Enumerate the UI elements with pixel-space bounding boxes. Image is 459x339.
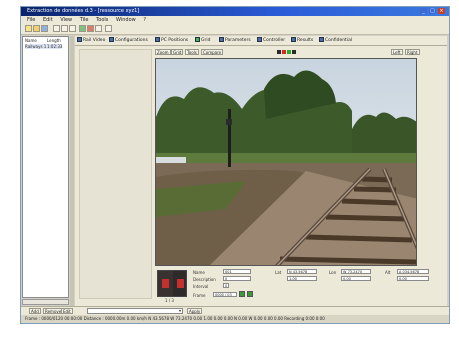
indicator-light: [277, 50, 281, 54]
menu-help[interactable]: ?: [143, 17, 146, 23]
tools-button[interactable]: Tools: [185, 49, 199, 55]
file-list-panel: Name Length Railways 11:02:33: [22, 36, 69, 298]
lat-field[interactable]: N 43.5678: [287, 269, 317, 274]
file-list-header: Name Length: [25, 38, 61, 43]
list-item[interactable]: Railways 11:02:33: [25, 44, 63, 49]
tab-controller[interactable]: Controller: [257, 37, 285, 44]
thumbnail-caption: 1 / 3: [165, 298, 174, 303]
play-icon[interactable]: [79, 25, 86, 32]
cut-icon[interactable]: [53, 25, 60, 32]
lat-label: Lat: [275, 270, 282, 275]
list-item-length: 1:02:33: [47, 44, 63, 49]
settings-icon[interactable]: [95, 25, 102, 32]
window-title: Extraction de données d.3 - [ressource x…: [27, 8, 140, 14]
status-bar: Frame : 0000/0120 00:00:00 Distance : 00…: [21, 315, 449, 323]
sub-panel: [79, 49, 152, 299]
bottom-toolbar: Add Remove Edit ▾ Apply: [21, 306, 449, 315]
grid-button[interactable]: Grid: [171, 49, 184, 55]
left-button[interactable]: Left: [391, 49, 403, 55]
list-item-name: Railways 1: [25, 44, 47, 49]
video-icon: [77, 37, 82, 42]
railway-photo: [155, 58, 417, 266]
menu-bar: File Edit View Tile Tools Window ?: [21, 16, 449, 24]
column-length[interactable]: Length: [47, 38, 61, 43]
tab-parameters[interactable]: Parameters: [219, 37, 251, 44]
add-button[interactable]: Add: [29, 308, 41, 314]
menu-tile[interactable]: Tile: [80, 17, 89, 23]
compare-button[interactable]: Compare: [201, 49, 224, 55]
next-button[interactable]: [247, 291, 253, 297]
frame-label: Frame: [193, 293, 206, 298]
image-toolbar: Zoom Grid Tools Compare Left Right: [155, 48, 443, 57]
go-button[interactable]: [239, 291, 245, 297]
alt-sub-field[interactable]: 0.00: [397, 276, 429, 281]
interval-field[interactable]: 0: [223, 283, 229, 288]
help-icon[interactable]: [105, 25, 112, 32]
thumbnail-image[interactable]: [157, 270, 187, 297]
edit-button[interactable]: Edit: [61, 308, 73, 314]
new-icon[interactable]: [25, 25, 32, 32]
name-field[interactable]: 001: [223, 269, 251, 274]
lon-field[interactable]: W 73.2470: [341, 269, 371, 274]
record-icon[interactable]: [87, 25, 94, 32]
alt-label: Alt: [385, 270, 391, 275]
tab-bar: Rail Video Configurations PC Positions G…: [75, 36, 447, 46]
indicator-light: [292, 50, 296, 54]
menu-edit[interactable]: Edit: [43, 17, 53, 23]
app-window: Extraction de données d.3 - [ressource x…: [20, 6, 450, 324]
right-button[interactable]: Right: [405, 49, 420, 55]
paste-icon[interactable]: [69, 25, 76, 32]
left-panel-scrollbar[interactable]: [22, 299, 69, 305]
menu-window[interactable]: Window: [116, 17, 136, 23]
menu-view[interactable]: View: [60, 17, 72, 23]
panel-splitter[interactable]: [70, 36, 74, 306]
indicator-light: [282, 50, 286, 54]
config-icon: [109, 37, 114, 42]
indicator-light: [287, 50, 291, 54]
status-text: Frame : 0000/0120 00:00:00 Distance : 00…: [25, 316, 325, 321]
results-icon: [291, 37, 296, 42]
lock-icon: [319, 37, 324, 42]
position-icon: [155, 37, 160, 42]
lat-sub-field[interactable]: 1.00: [287, 276, 317, 281]
description-field[interactable]: 0: [223, 276, 251, 281]
main-content: Zoom Grid Tools Compare Left Right 1 / 3…: [75, 46, 447, 306]
minimize-button[interactable]: _: [420, 8, 427, 14]
tab-confidential[interactable]: Confidential: [319, 37, 352, 44]
zoom-button[interactable]: Zoom: [155, 49, 171, 55]
apply-button[interactable]: Apply: [187, 308, 203, 314]
frame-field[interactable]: 0000 / 03: [213, 292, 237, 297]
copy-icon[interactable]: [61, 25, 68, 32]
interval-label: Interval: [193, 284, 209, 289]
grid-icon: [195, 37, 200, 42]
parameters-icon: [219, 37, 224, 42]
open-icon[interactable]: [33, 25, 40, 32]
main-toolbar: [21, 24, 449, 35]
close-button[interactable]: ×: [438, 8, 445, 14]
tab-grid[interactable]: Grid: [195, 37, 210, 44]
tab-rail-video[interactable]: Rail Video: [77, 37, 105, 44]
lon-sub-field[interactable]: 0.00: [341, 276, 371, 281]
tab-pc-positions[interactable]: PC Positions: [155, 37, 188, 44]
description-label: Description: [193, 277, 216, 282]
column-name[interactable]: Name: [25, 38, 47, 43]
maximize-button[interactable]: □: [429, 8, 436, 14]
menu-file[interactable]: File: [27, 17, 35, 23]
save-icon[interactable]: [41, 25, 48, 32]
chevron-down-icon[interactable]: ▾: [177, 308, 183, 314]
menu-tools[interactable]: Tools: [96, 17, 108, 23]
lon-label: Lon: [329, 270, 337, 275]
title-bar: Extraction de données d.3 - [ressource x…: [21, 7, 449, 16]
controller-icon: [257, 37, 262, 42]
tab-results[interactable]: Results: [291, 37, 313, 44]
filter-select[interactable]: [87, 308, 183, 314]
name-label: Name: [193, 270, 205, 275]
tab-configurations[interactable]: Configurations: [109, 37, 148, 44]
frame-info-form: Name 001 Description 0 Interval 0 Frame …: [191, 269, 441, 301]
alt-field[interactable]: A 034.5678: [397, 269, 429, 274]
